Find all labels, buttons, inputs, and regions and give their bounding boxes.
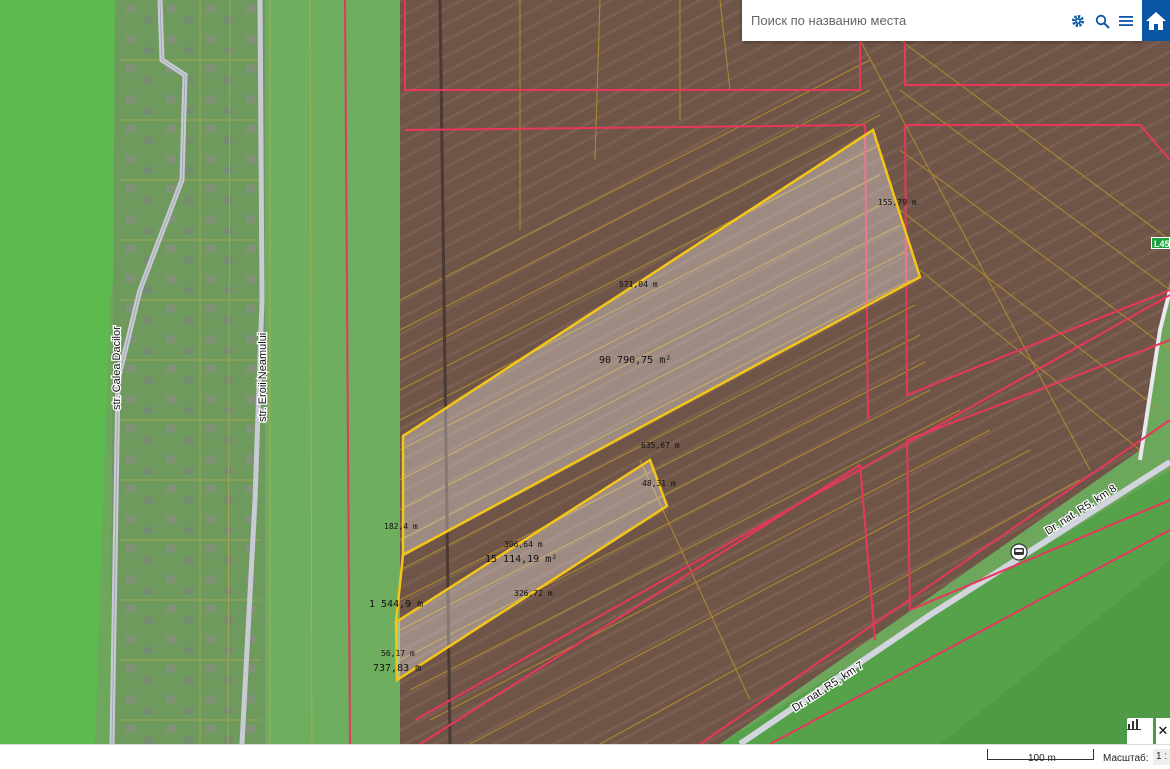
- close-panel-button[interactable]: ✕: [1156, 718, 1170, 744]
- menu-button[interactable]: [1116, 11, 1136, 31]
- measure-small-top-edge: 306,64 m: [504, 540, 543, 549]
- measure-left-edge: 182,4 m: [384, 522, 418, 531]
- bar-chart-icon: [1127, 719, 1141, 730]
- measure-small-area: 15 114,19 m²: [485, 554, 557, 565]
- chart-toggle-button[interactable]: [1127, 718, 1153, 744]
- bus-stop-icon[interactable]: [1010, 543, 1028, 561]
- measure-small-bottom-edge: 326,72 m: [514, 589, 553, 598]
- street-label-calea-dacilor: str. Calea Dacilor: [111, 326, 123, 410]
- status-bar: 100 m Масштаб: 1 :: [0, 744, 1170, 769]
- measure-bottom-left-edge: 56,17 m: [381, 649, 415, 658]
- measure-long-edge: 635,67 m: [641, 441, 680, 450]
- home-button[interactable]: [1142, 0, 1170, 41]
- map-canvas[interactable]: str. Calea Dacilor str. Eroii Neamului D…: [0, 0, 1170, 744]
- road-sign: L45: [1151, 237, 1170, 249]
- menu-icon: [1119, 16, 1133, 26]
- street-label-eroii-neamului: str. Eroii Neamului: [257, 333, 269, 422]
- pasture-strip: [265, 0, 400, 744]
- measure-small-right-edge: 48,31 m: [642, 479, 676, 488]
- measure-perimeter-small: 1 544,9 m: [369, 599, 423, 610]
- close-icon: ✕: [1157, 723, 1169, 738]
- scale-title: Масштаб:: [1103, 753, 1149, 764]
- scale-value-input[interactable]: 1 :: [1153, 749, 1170, 765]
- village-area: [110, 0, 265, 744]
- scale-bar-label: 100 m: [1028, 753, 1056, 764]
- measure-right-edge: 155,79 m: [878, 198, 917, 207]
- measure-top-edge: 571,04 m: [619, 280, 658, 289]
- search-input[interactable]: [749, 12, 1053, 29]
- measure-perimeter-bottom: 737,83 m: [373, 663, 421, 674]
- gear-icon: [1072, 15, 1084, 27]
- home-icon: [1146, 11, 1166, 30]
- settings-button[interactable]: [1068, 11, 1088, 31]
- search-icon: [1095, 14, 1110, 29]
- map-view[interactable]: str. Calea Dacilor str. Eroii Neamului D…: [0, 0, 1170, 744]
- measure-large-area: 90 790,75 m²: [599, 355, 671, 366]
- search-panel: [742, 0, 1142, 41]
- search-button[interactable]: [1092, 11, 1112, 31]
